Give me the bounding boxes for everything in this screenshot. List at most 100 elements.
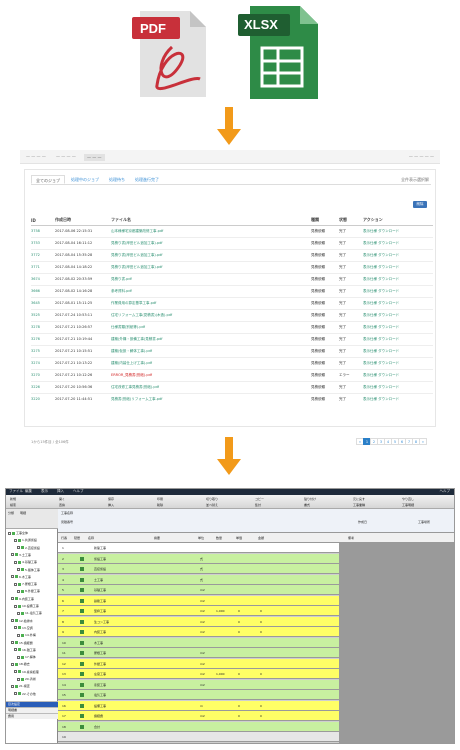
row-actions[interactable]: 表示仕様 ダウンロード	[363, 308, 433, 321]
cell-unit[interactable]: m2	[200, 659, 205, 669]
grid-row[interactable]: 15 電気工事	[58, 690, 339, 700]
grid-row[interactable]: 13 左官工事 m2 1,000 0 0	[58, 669, 339, 679]
table-row[interactable]: 3276 2017-07-21 10:19:44 建築(外構・設備工事)見積書.pd…	[31, 332, 433, 345]
row-actions[interactable]: 表示仕様 ダウンロード	[363, 236, 433, 249]
row-file-link[interactable]: 見積り書(岸田ビル追加工事).pdf	[111, 248, 311, 261]
grid-row[interactable]: 8 生コン工事 m2 0 0	[58, 616, 339, 627]
row-id[interactable]: 3270	[31, 368, 55, 381]
toolbar-button[interactable]: 検索	[10, 503, 16, 507]
toolbar-button[interactable]: 工事明細	[402, 503, 414, 507]
expand-icon[interactable]	[14, 692, 17, 696]
expand-icon[interactable]	[8, 531, 11, 535]
menu-item[interactable]: ヘルプ	[73, 489, 84, 494]
nav-user[interactable]: — — — — —	[409, 154, 434, 159]
table-row[interactable]: 3525 2017-07-24 10:53:11 住宅リフォーム工事(見積書)(木造…	[31, 308, 433, 321]
grid-row[interactable]: 1 新築工事	[58, 543, 339, 553]
row-file-link[interactable]: 仕様書類(別紙等).pdf	[111, 320, 311, 333]
cell-price[interactable]: 0	[238, 669, 240, 679]
check-icon[interactable]	[80, 640, 84, 645]
cell-unit[interactable]: m2	[200, 627, 205, 637]
row-id[interactable]: 3525	[31, 308, 55, 321]
grid-row[interactable]: 19	[58, 732, 339, 742]
table-row[interactable]: 3270 2017-07-21 10:12:26 ERROR_見積書(別紙).pdf…	[31, 368, 433, 381]
cell-name[interactable]: 左官工事	[94, 669, 106, 679]
row-file-link[interactable]: ERROR_見積書(別紙).pdf	[111, 368, 311, 381]
expand-icon[interactable]	[17, 633, 20, 637]
tree-item[interactable]: 15.諸経費	[11, 641, 33, 645]
row-file-link[interactable]: 見積り書.pdf	[111, 272, 311, 285]
table-row[interactable]: 3274 2017-07-21 10:13:22 建築(内装仕上げ工事).pdf 見積…	[31, 356, 433, 369]
table-row[interactable]: 3666 2017-08-02 14:16:28 参考資料.pdf 見積依頼 完了 表示仕…	[31, 284, 433, 297]
grid-row[interactable]: 16 設備工事 m 0 0	[58, 700, 339, 711]
row-actions[interactable]: 表示仕様 ダウンロード	[363, 224, 433, 237]
grid-row[interactable]: 17 諸経費 m2 0 0	[58, 711, 339, 721]
tab-waiting[interactable]: 処理待ち	[105, 175, 129, 184]
expand-icon[interactable]	[17, 611, 20, 615]
cell-name[interactable]: 基礎工事	[94, 585, 106, 595]
toolbar-button[interactable]: 書式	[304, 503, 310, 507]
tree-item[interactable]: 8.外壁工事	[17, 589, 40, 593]
cell-amount[interactable]: 0	[260, 617, 262, 627]
tree-item[interactable]: 13.空調	[14, 626, 33, 630]
tree-item[interactable]: 20.清掃	[17, 677, 36, 681]
menu-item[interactable]: 挿入	[57, 489, 64, 494]
check-icon[interactable]	[80, 661, 84, 666]
menu-item[interactable]: 表示	[41, 489, 48, 494]
toolbar-button[interactable]: コピー	[255, 497, 264, 501]
row-id[interactable]: 3276	[31, 332, 55, 345]
cell-unit[interactable]: m2	[200, 669, 205, 679]
row-actions[interactable]: 表示仕様 ダウンロード	[363, 284, 433, 297]
cell-price[interactable]: 0	[238, 617, 240, 627]
row-actions[interactable]: 表示仕様 ダウンロード	[363, 296, 433, 309]
check-icon[interactable]	[80, 556, 84, 561]
grid-row[interactable]: 9 内装工事 m2 0 0	[58, 627, 339, 637]
grid-row[interactable]: 10 木工事	[58, 637, 339, 648]
nav-item-active[interactable]: — — —	[84, 154, 105, 161]
expand-icon[interactable]	[14, 648, 17, 652]
cell-name[interactable]: 仮設工事	[94, 554, 106, 564]
grid-row[interactable]: 3 直接仮設 式	[58, 564, 339, 574]
table-row[interactable]: 3278 2017-07-21 10:26:57 仕様書類(別紙等).pdf 見積依頼…	[31, 320, 433, 333]
expand-icon[interactable]	[11, 553, 14, 557]
tree-item[interactable]: 19.産廃処理	[14, 670, 39, 674]
help-link[interactable]: ヘルプ	[440, 489, 451, 494]
row-file-link[interactable]: 建築(仮設・解体工事).pdf	[111, 344, 311, 357]
cell-unit[interactable]: m2	[200, 617, 205, 627]
toolbar-button[interactable]: 工事業種	[353, 503, 365, 507]
cell-name[interactable]: 土工事	[94, 575, 103, 585]
row-actions[interactable]: 表示仕様 ダウンロード	[363, 344, 433, 357]
menu-item[interactable]: 編集	[25, 489, 32, 494]
table-row[interactable]: 3275 2017-07-21 10:15:51 建築(仮設・解体工事).pdf 見積…	[31, 344, 433, 357]
row-id[interactable]: 3771	[31, 260, 55, 273]
cell-name[interactable]: 型枠工事	[94, 606, 106, 616]
tree-item[interactable]: 21.検査	[11, 684, 30, 688]
cell-name[interactable]: 設備工事	[94, 701, 106, 711]
cell-unit[interactable]: 式	[200, 554, 203, 564]
select-all-label[interactable]: 全件表示選択解	[401, 177, 429, 183]
row-file-link[interactable]: 住宅改修工事見積書(別紙).pdf	[111, 380, 311, 393]
table-row[interactable]: 3772 2017-08-04 15:35:28 見積り書(岸田ビル追加工事).pd…	[31, 248, 433, 261]
expand-icon[interactable]	[11, 575, 14, 579]
footer-cost[interactable]: 費用	[6, 713, 58, 719]
row-actions[interactable]: 表示仕様 ダウンロード	[363, 248, 433, 261]
tree-item[interactable]: 9.内装工事	[11, 597, 34, 601]
tree-item[interactable]: 2.直接仮設	[17, 546, 40, 550]
tree-item[interactable]: 17.解体	[17, 655, 36, 659]
tree-item[interactable]: 6.木工事	[11, 575, 31, 579]
toolbar-button[interactable]: 開く	[59, 497, 65, 501]
cell-qty[interactable]: 1,000	[216, 669, 225, 679]
tree-item[interactable]: 14.外構	[17, 633, 36, 637]
nav-item[interactable]: — — — —	[56, 154, 76, 159]
cell-qty[interactable]: 1,000	[216, 606, 225, 616]
tree-item[interactable]: 11.電気工事	[17, 611, 42, 615]
row-actions[interactable]: 表示仕様 ダウンロード	[363, 260, 433, 273]
expand-icon[interactable]	[17, 677, 20, 681]
table-row[interactable]: 3220 2017-07-20 11:44:51 見積書(別紙)リフォーム工事.pd…	[31, 392, 433, 405]
tree-item[interactable]: 工事全体	[8, 531, 28, 535]
cell-unit[interactable]: m2	[200, 606, 205, 616]
menu-item[interactable]: ファイル	[9, 489, 23, 494]
tree-item[interactable]: 1.共通仮設	[14, 538, 37, 542]
check-icon[interactable]	[80, 567, 84, 571]
table-row[interactable]: 3771 2017-08-04 14:18:22 見積り書(岸田ビル追加工事).pd…	[31, 260, 433, 273]
table-row[interactable]: 3645 2017-08-01 15:11:25 作業費用の算定基準工事.pdf 見積…	[31, 296, 433, 309]
